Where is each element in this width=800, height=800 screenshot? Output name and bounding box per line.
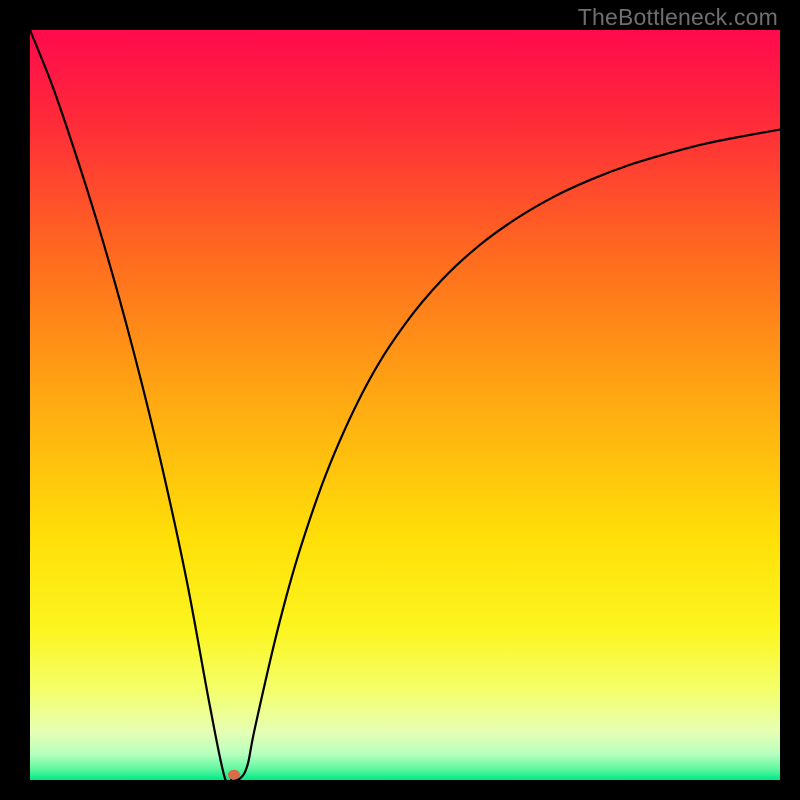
gradient-fill [30, 30, 780, 780]
plot-area [30, 30, 780, 780]
watermark-text: TheBottleneck.com [578, 4, 778, 31]
plot-background [30, 30, 780, 780]
chart-frame: TheBottleneck.com [0, 0, 800, 800]
